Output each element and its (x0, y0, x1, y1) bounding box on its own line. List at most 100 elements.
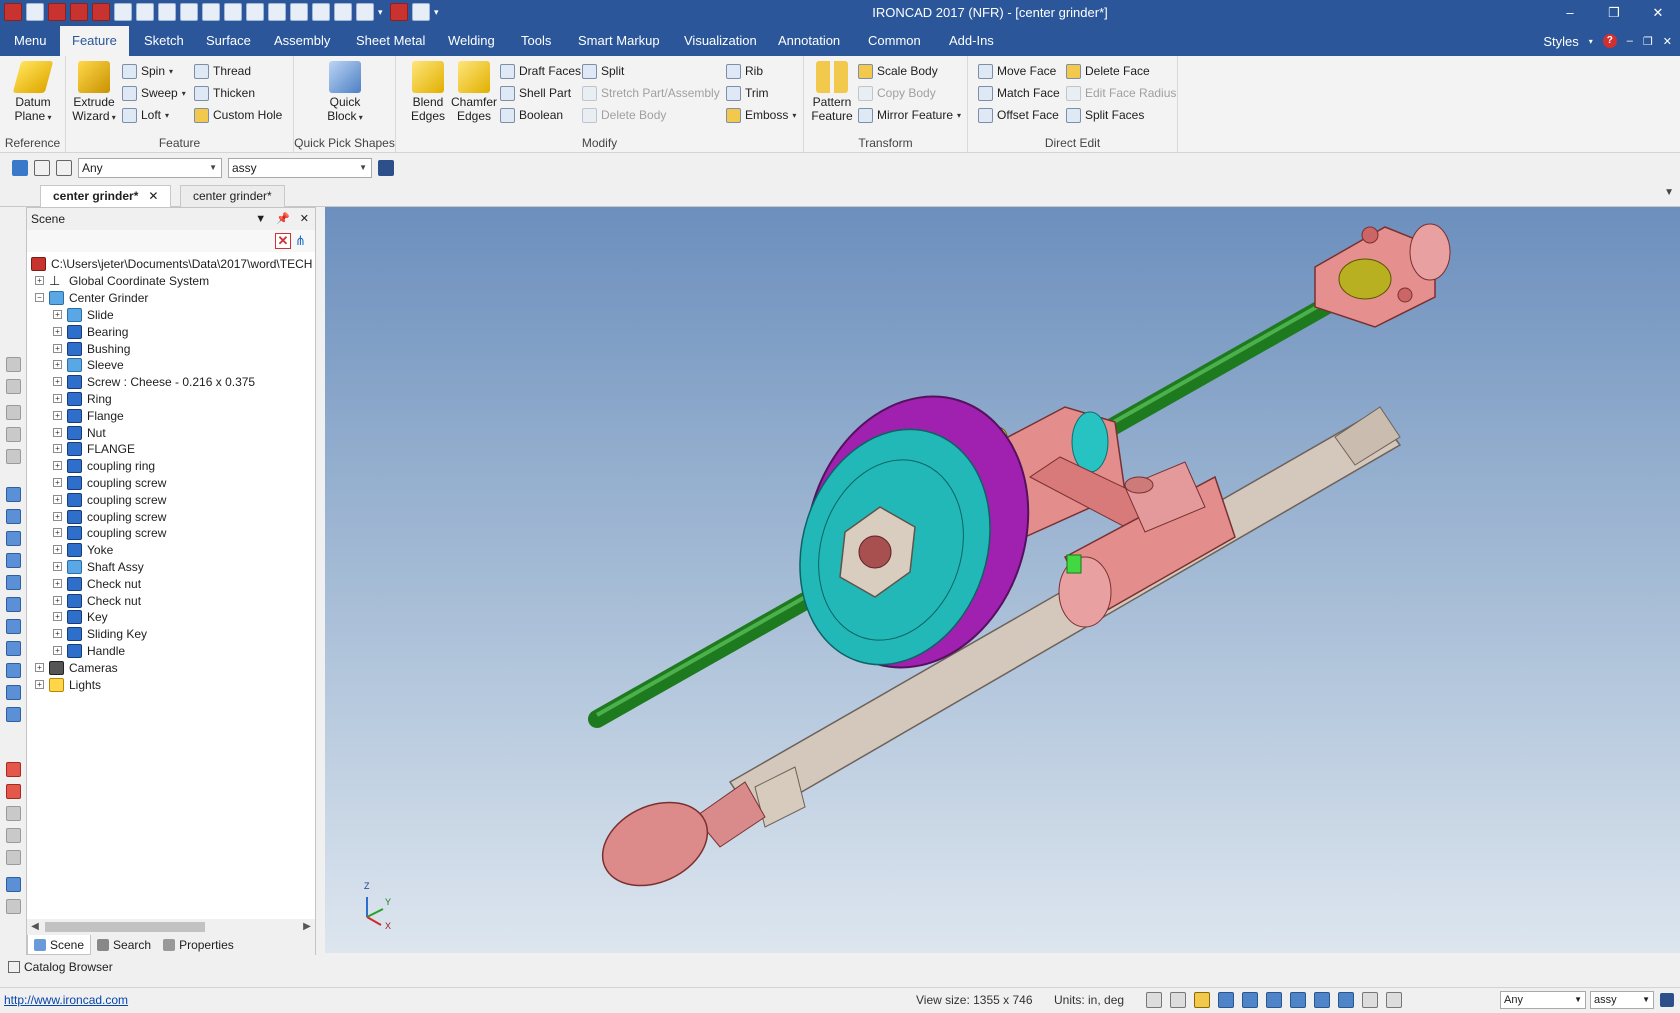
expand-icon[interactable]: + (53, 578, 62, 588)
panel-menu-icon[interactable]: ▼ (255, 208, 266, 230)
ribbon-restore-icon[interactable]: ❐ (1643, 35, 1653, 48)
ironcad-link[interactable]: http://www.ironcad.com (4, 993, 128, 1007)
expand-icon[interactable]: + (53, 394, 62, 403)
scale-body-button[interactable]: Scale Body (858, 61, 938, 81)
view-top-icon[interactable] (6, 575, 21, 590)
angle-icon[interactable] (6, 806, 21, 821)
chamfer-edges-button[interactable]: Chamfer Edges (450, 61, 498, 123)
collapse-icon[interactable]: − (35, 293, 44, 302)
expand-icon[interactable]: + (53, 360, 62, 370)
offset-face-button[interactable]: Offset Face (978, 105, 1059, 125)
tab-annotation[interactable]: Annotation (766, 26, 852, 56)
perspective-icon[interactable] (1266, 992, 1282, 1008)
expand-icon[interactable]: + (53, 612, 62, 622)
thread-button[interactable]: Thread (194, 61, 251, 81)
extrude-wizard-button[interactable]: Extrude Wizard ▾ (70, 61, 118, 125)
tab-feature[interactable]: Feature (60, 26, 129, 56)
styles-menu[interactable]: Styles (1543, 34, 1578, 49)
tabs-overflow-icon[interactable]: ▼ (1664, 187, 1674, 198)
delete-face-button[interactable]: Delete Face (1066, 61, 1150, 81)
close-button[interactable]: ✕ (1636, 0, 1680, 26)
tab-common[interactable]: Common (856, 26, 933, 56)
panel-tab-scene[interactable]: Scene (27, 935, 92, 955)
view-normal-icon[interactable] (6, 685, 21, 700)
horizontal-scrollbar[interactable]: ◀ ▶ (27, 919, 315, 935)
minimize-button[interactable]: – (1548, 0, 1592, 26)
view-front-icon[interactable] (6, 487, 21, 502)
copy-body-button[interactable]: Copy Body (858, 83, 936, 103)
scroll-right-icon[interactable]: ▶ (299, 919, 315, 935)
delete-icon[interactable]: ✕ (275, 233, 291, 249)
render-mode-icon[interactable] (1194, 992, 1210, 1008)
delete-body-button[interactable]: Delete Body (582, 105, 666, 125)
expand-icon[interactable]: + (53, 629, 62, 639)
shading-icon[interactable] (1218, 992, 1234, 1008)
split-faces-button[interactable]: Split Faces (1066, 105, 1144, 125)
view-iso-icon[interactable] (6, 619, 21, 634)
mirror-feature-button[interactable]: Mirror Feature ▾ (858, 105, 961, 125)
tape-icon[interactable] (6, 877, 21, 892)
stretch-part-button[interactable]: Stretch Part/Assembly (582, 83, 720, 103)
tab-welding[interactable]: Welding (436, 26, 507, 56)
tab-visualization[interactable]: Visualization (672, 26, 769, 56)
view-dimetric-icon[interactable] (6, 641, 21, 656)
expand-icon[interactable]: + (35, 276, 44, 285)
assembly-structure-icon[interactable] (1660, 993, 1674, 1007)
panel-tab-search[interactable]: Search (91, 935, 157, 955)
ribbon-minimize-icon[interactable]: – (1627, 35, 1633, 47)
scroll-left-icon[interactable]: ◀ (27, 919, 43, 935)
styles-dropdown-icon[interactable]: ▾ (1589, 37, 1593, 46)
spin-button[interactable]: Spin ▾ (122, 61, 173, 81)
select-pointer-icon[interactable] (34, 160, 50, 176)
tab-smart-markup[interactable]: Smart Markup (566, 26, 672, 56)
tab-assembly[interactable]: Assembly (262, 26, 342, 56)
expand-icon[interactable]: + (53, 545, 62, 555)
tool-icon[interactable] (6, 427, 21, 442)
expand-icon[interactable]: + (35, 663, 44, 672)
ribbon-help-icon[interactable]: ? (1602, 34, 1617, 48)
pattern-feature-button[interactable]: Pattern Feature (808, 61, 856, 123)
blend-edges-button[interactable]: Blend Edges (404, 61, 452, 123)
section-icon[interactable] (1242, 992, 1258, 1008)
view-trimetric-icon[interactable] (6, 663, 21, 678)
pointer-icon[interactable] (1362, 992, 1378, 1008)
expand-icon[interactable]: + (53, 377, 62, 387)
split-button[interactable]: Split (582, 61, 624, 81)
tool-icon[interactable] (6, 405, 21, 420)
expand-icon[interactable]: + (53, 343, 62, 353)
selection-filter-combo[interactable]: Any ▼ (78, 158, 222, 178)
datum-plane-button[interactable]: Datum Plane ▾ (9, 61, 57, 125)
measure-icon[interactable] (6, 762, 21, 777)
view-back-icon[interactable] (6, 509, 21, 524)
status-scope-combo[interactable]: assy ▼ (1590, 991, 1654, 1009)
expand-icon[interactable]: + (35, 680, 44, 689)
expand-icon[interactable]: + (53, 511, 62, 521)
part-select-icon[interactable] (1338, 992, 1354, 1008)
rib-button[interactable]: Rib (726, 61, 763, 81)
expand-icon[interactable]: + (53, 646, 62, 655)
3d-viewport[interactable]: Z Y X (325, 207, 1680, 953)
tool-icon[interactable] (6, 449, 21, 464)
expand-icon[interactable]: + (53, 326, 62, 336)
quick-block-button[interactable]: Quick Block ▾ (321, 61, 369, 125)
tab-surface[interactable]: Surface (194, 26, 263, 56)
tab-add-ins[interactable]: Add-Ins (937, 26, 1006, 56)
expand-icon[interactable]: + (53, 528, 62, 538)
tab-menu[interactable]: Menu (2, 26, 59, 56)
expand-icon[interactable]: + (53, 427, 62, 437)
zoom-window-icon[interactable] (1170, 992, 1186, 1008)
shell-part-button[interactable]: Shell Part (500, 83, 571, 103)
tab-sheet-metal[interactable]: Sheet Metal (344, 26, 437, 56)
close-panel-icon[interactable]: ✕ (300, 208, 309, 230)
filter-icon[interactable] (1386, 992, 1402, 1008)
ruler-icon[interactable] (6, 899, 21, 914)
restore-button[interactable]: ❐ (1592, 0, 1636, 26)
expand-icon[interactable]: + (53, 562, 62, 571)
expand-icon[interactable]: + (53, 494, 62, 504)
panel-tab-properties[interactable]: Properties (157, 935, 240, 955)
doc-tab[interactable]: center grinder* (180, 185, 285, 207)
thicken-button[interactable]: Thicken (194, 83, 255, 103)
match-face-button[interactable]: Match Face (978, 83, 1060, 103)
camera-icon[interactable] (6, 784, 21, 799)
expand-icon[interactable]: + (53, 478, 62, 487)
